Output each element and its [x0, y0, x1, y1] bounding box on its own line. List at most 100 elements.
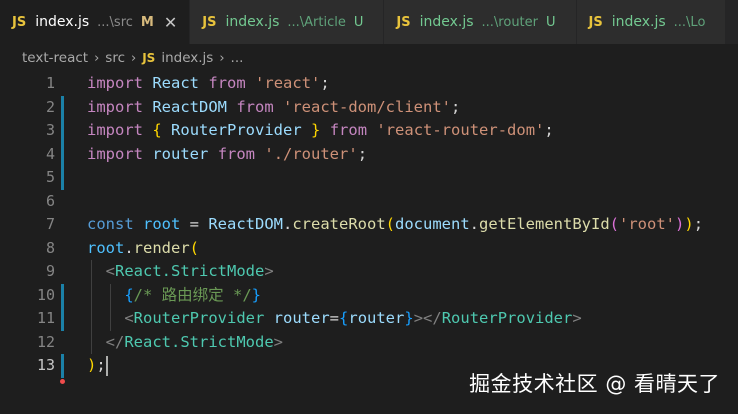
- tab-path: ...\router: [481, 14, 538, 30]
- tab-path: ...\src: [97, 14, 133, 30]
- code-line[interactable]: 5: [0, 166, 738, 190]
- code-line[interactable]: 9 <React.StrictMode>: [0, 260, 738, 284]
- code-token: =: [329, 309, 340, 327]
- git-modified-marker: [61, 166, 64, 190]
- code-text: import ReactDOM from 'react-dom/client';: [87, 96, 460, 120]
- code-token: RouterProvider: [133, 309, 265, 327]
- git-modified-marker: [61, 119, 64, 143]
- code-token: (: [609, 215, 620, 233]
- code-line[interactable]: 8 root.render(: [0, 237, 738, 261]
- code-token: ;: [693, 215, 704, 233]
- code-token: RouterProvider: [441, 309, 573, 327]
- editor-tab-bar: JS index.js ...\src M ✕ JS index.js ...\…: [0, 0, 738, 44]
- code-token: }: [251, 285, 262, 304]
- code-token: ;: [357, 144, 368, 163]
- code-token: document: [395, 215, 470, 233]
- code-token: ;: [96, 356, 106, 374]
- breadcrumb-file[interactable]: index.js: [161, 50, 213, 66]
- close-icon[interactable]: ✕: [164, 13, 177, 32]
- git-modified-marker: [61, 142, 64, 166]
- git-modified-marker: [61, 283, 64, 307]
- code-editor[interactable]: 1 import React from 'react'; 2 import React…: [0, 72, 738, 414]
- code-line[interactable]: 3 import { RouterProvider } from 'react-r…: [0, 119, 738, 143]
- tab-git-status: U: [353, 14, 364, 30]
- code-token: <: [124, 309, 134, 327]
- code-token: }: [404, 309, 414, 327]
- line-number: 5: [45, 168, 55, 186]
- code-token: >: [264, 262, 274, 280]
- chevron-right-icon: ›: [131, 50, 137, 66]
- code-token: router: [273, 309, 330, 327]
- line-number: 12: [36, 332, 55, 351]
- code-line[interactable]: 11 <RouterProvider router={router}></Rou…: [0, 307, 738, 331]
- line-number: 10: [36, 285, 55, 304]
- tab-filename: index.js: [35, 14, 90, 30]
- javascript-icon: JS: [12, 14, 27, 30]
- code-token: ReactDOM: [152, 97, 227, 116]
- code-token: ;: [451, 97, 461, 116]
- tab-index-js-src[interactable]: JS index.js ...\src M ✕: [0, 0, 191, 44]
- code-line[interactable]: 7 const root = ReactDOM.createRoot(docume…: [0, 213, 738, 237]
- line-number: 9: [45, 262, 55, 280]
- code-token: .: [124, 238, 134, 257]
- code-token: React: [152, 74, 200, 92]
- code-token: React.StrictMode: [115, 262, 265, 280]
- code-text: root.render(: [87, 237, 199, 261]
- code-token: root: [143, 215, 181, 233]
- code-token: (: [189, 238, 200, 257]
- chevron-right-icon: ›: [94, 50, 100, 66]
- tab-index-js-router[interactable]: JS index.js ...\router U: [384, 0, 577, 44]
- code-text: );: [87, 354, 108, 378]
- chevron-right-icon: ›: [219, 50, 225, 66]
- code-token: const: [87, 215, 134, 233]
- code-text: import router from './router';: [87, 143, 367, 167]
- line-number: 7: [45, 215, 55, 233]
- code-token: createRoot: [292, 215, 386, 233]
- breadcrumb-folder[interactable]: src: [105, 50, 125, 66]
- code-text: </React.StrictMode>: [87, 331, 283, 355]
- code-line[interactable]: 10 {/* 路由绑定 */}: [0, 283, 738, 307]
- tab-git-status: U: [546, 14, 556, 30]
- javascript-icon: JS: [202, 14, 217, 30]
- code-text: import React from 'react';: [87, 72, 330, 96]
- code-token: root: [87, 238, 125, 257]
- javascript-icon: JS: [142, 51, 156, 65]
- watermark: 掘金技术社区 @ 看晴天了: [469, 372, 720, 396]
- git-modified-marker: [61, 354, 64, 378]
- code-line[interactable]: 12 </React.StrictMode>: [0, 330, 738, 355]
- code-line[interactable]: 4 import router from './router';: [0, 142, 738, 167]
- javascript-icon: JS: [396, 14, 411, 30]
- code-token: {: [124, 285, 134, 304]
- code-token: from: [208, 74, 246, 92]
- tab-index-js-lo[interactable]: JS index.js ...\Lo: [576, 0, 727, 44]
- code-token: ;: [320, 74, 330, 92]
- code-token: import: [87, 144, 143, 163]
- breadcrumb-more[interactable]: ...: [231, 50, 244, 66]
- code-token: router: [348, 309, 405, 327]
- tab-index-js-article[interactable]: JS index.js ...\Article U: [190, 0, 385, 44]
- code-token: ): [684, 215, 694, 233]
- breadcrumb-project[interactable]: text-react: [22, 50, 88, 66]
- code-line[interactable]: 1 import React from 'react';: [0, 72, 738, 96]
- breadcrumb: text-react › src › JS index.js › ...: [0, 44, 738, 72]
- code-token: {: [152, 121, 162, 139]
- text-cursor: [105, 355, 108, 376]
- code-line[interactable]: 6: [0, 190, 738, 214]
- code-token: (: [385, 215, 396, 233]
- code-token: .: [469, 215, 480, 233]
- code-token: ;: [544, 121, 554, 139]
- code-line[interactable]: 2 import ReactDOM from 'react-dom/client'…: [0, 95, 738, 120]
- line-number: 11: [36, 309, 55, 327]
